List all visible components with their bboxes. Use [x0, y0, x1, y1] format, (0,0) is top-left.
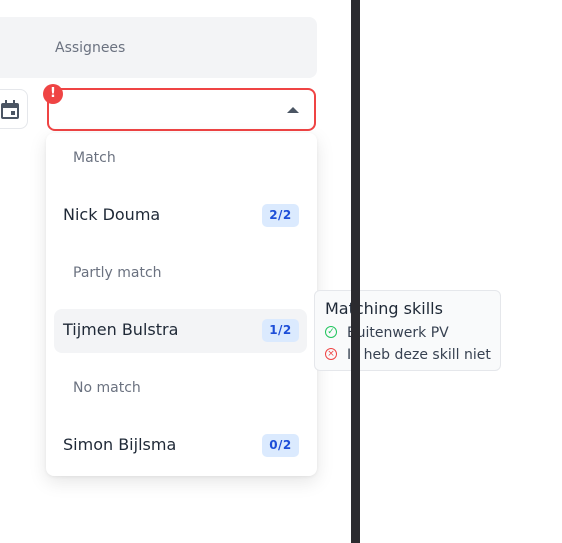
- date-picker-button[interactable]: [0, 89, 28, 129]
- assignees-select[interactable]: [47, 88, 316, 131]
- assignees-header: [0, 17, 317, 78]
- x-circle-icon: ×: [325, 348, 337, 360]
- skill-count-badge: 1/2: [262, 319, 299, 342]
- skill-name: Buitenwerk PV: [347, 325, 449, 341]
- panel-divider: [351, 0, 360, 543]
- skill-item: × Ik heb deze skill niet: [325, 347, 491, 365]
- group-label-no-match: No match: [73, 380, 141, 396]
- skill-count-badge: 2/2: [262, 204, 299, 227]
- option-name: Nick Douma: [63, 205, 161, 224]
- option-name: Tijmen Bulstra: [63, 320, 179, 339]
- error-icon: !: [43, 84, 63, 104]
- calendar-icon: [1, 100, 19, 119]
- tooltip-title: Matching skills: [325, 299, 443, 318]
- assignees-column-label: Assignees: [55, 40, 126, 56]
- group-label-match: Match: [73, 150, 116, 166]
- option-name: Simon Bijlsma: [63, 435, 177, 454]
- option-tijmen-bulstra[interactable]: Tijmen Bulstra 1/2: [54, 309, 307, 353]
- skill-item: ✓ Buitenwerk PV: [325, 325, 449, 343]
- caret-up-icon[interactable]: [287, 107, 299, 113]
- skill-count-badge: 0/2: [262, 434, 299, 457]
- option-simon-bijlsma[interactable]: Simon Bijlsma 0/2: [54, 424, 307, 468]
- skill-name: Ik heb deze skill niet: [347, 347, 491, 363]
- option-nick-douma[interactable]: Nick Douma 2/2: [54, 194, 307, 238]
- group-label-partly-match: Partly match: [73, 265, 162, 281]
- check-circle-icon: ✓: [325, 326, 337, 338]
- assignees-dropdown: Match Nick Douma 2/2 Partly match Tijmen…: [46, 133, 317, 476]
- matching-skills-tooltip: Matching skills ✓ Buitenwerk PV × Ik heb d…: [314, 290, 501, 371]
